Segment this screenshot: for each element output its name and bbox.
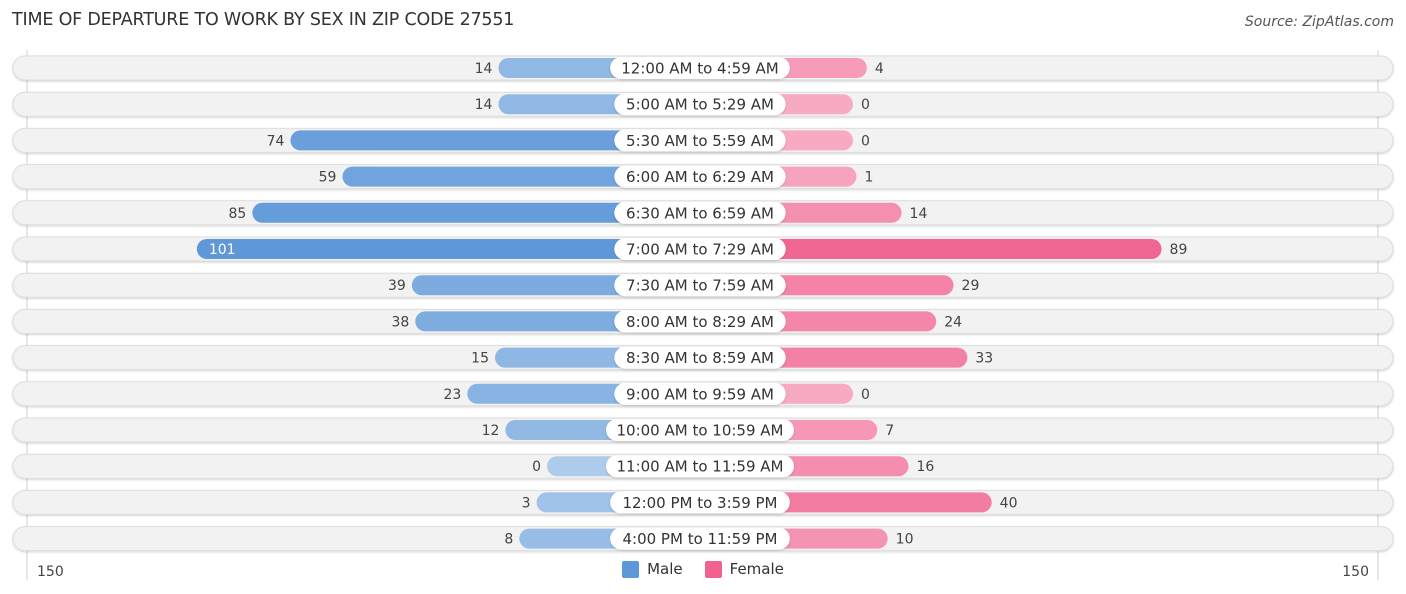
legend-item-female: Female <box>704 560 784 578</box>
value-label-female: 0 <box>861 387 870 403</box>
value-label-male: 8 <box>504 532 513 548</box>
value-label-female: 0 <box>861 133 870 149</box>
value-label-female: 0 <box>861 97 870 113</box>
category-label: 7:00 AM to 7:29 AM <box>626 241 774 259</box>
legend: Male Female <box>0 560 1406 578</box>
chart-row: 6:00 AM to 6:29 AM 59 1 <box>12 164 1394 190</box>
chart-row: 5:00 AM to 5:29 AM 14 0 <box>12 91 1394 117</box>
value-label-female: 29 <box>962 278 980 294</box>
chart-row: 9:00 AM to 9:59 AM 23 0 <box>12 381 1394 407</box>
chart-area: 12:00 AM to 4:59 AM 14 4 5:00 AM to 5:29 AM… <box>12 50 1394 580</box>
value-label-male: 14 <box>475 61 493 77</box>
value-label-female: 89 <box>1170 242 1188 258</box>
value-label-male: 59 <box>319 170 337 186</box>
category-label: 8:00 AM to 8:29 AM <box>626 313 774 331</box>
category-label: 12:00 AM to 4:59 AM <box>621 60 778 78</box>
legend-swatch-female <box>704 560 722 578</box>
value-label-male: 74 <box>267 133 285 149</box>
value-label-female: 16 <box>916 459 934 475</box>
legend-swatch-male <box>622 560 640 578</box>
value-label-male: 23 <box>443 387 461 403</box>
value-label-female: 10 <box>896 532 914 548</box>
value-label-female: 7 <box>885 423 894 439</box>
chart-row: 12:00 AM to 4:59 AM 14 4 <box>12 55 1394 81</box>
chart-row: 5:30 AM to 5:59 AM 74 0 <box>12 127 1394 153</box>
value-label-male: 12 <box>482 423 500 439</box>
legend-label-female: Female <box>729 560 784 578</box>
chart-row: 12:00 PM to 3:59 PM 3 40 <box>12 489 1394 515</box>
value-label-male: 85 <box>229 206 247 222</box>
chart-row: 7:30 AM to 7:59 AM 39 29 <box>12 272 1394 298</box>
value-label-female: 4 <box>875 61 884 77</box>
chart-row: 4:00 PM to 11:59 PM 8 10 <box>12 526 1394 552</box>
chart-row: 7:00 AM to 7:29 AM 101 89 <box>12 236 1394 262</box>
value-label-male: 101 <box>209 242 236 258</box>
value-label-male: 39 <box>388 278 406 294</box>
category-label: 10:00 AM to 10:59 AM <box>617 422 784 440</box>
value-label-male: 14 <box>475 97 493 113</box>
value-label-male: 0 <box>532 459 541 475</box>
category-label: 7:30 AM to 7:59 AM <box>626 277 774 295</box>
category-label: 5:30 AM to 5:59 AM <box>626 132 774 150</box>
category-label: 11:00 AM to 11:59 AM <box>617 458 784 476</box>
category-label: 6:00 AM to 6:29 AM <box>626 168 774 186</box>
value-label-female: 1 <box>864 170 873 186</box>
legend-item-male: Male <box>622 560 683 578</box>
value-label-female: 40 <box>1000 495 1018 511</box>
category-label: 5:00 AM to 5:29 AM <box>626 96 774 114</box>
chart-row: 10:00 AM to 10:59 AM 12 7 <box>12 417 1394 443</box>
chart-row: 8:30 AM to 8:59 AM 15 33 <box>12 345 1394 371</box>
value-label-male: 38 <box>391 314 409 330</box>
category-label: 6:30 AM to 6:59 AM <box>626 204 774 222</box>
value-label-male: 3 <box>522 495 531 511</box>
legend-label-male: Male <box>647 560 683 578</box>
chart-row: 6:30 AM to 6:59 AM 85 14 <box>12 200 1394 226</box>
chart-row: 11:00 AM to 11:59 AM 0 16 <box>12 453 1394 479</box>
value-label-female: 24 <box>944 314 962 330</box>
category-label: 4:00 PM to 11:59 PM <box>622 530 777 548</box>
category-label: 12:00 PM to 3:59 PM <box>622 494 777 512</box>
value-label-male: 15 <box>471 351 489 367</box>
value-label-female: 14 <box>910 206 928 222</box>
value-label-female: 33 <box>975 351 993 367</box>
chart-row: 8:00 AM to 8:29 AM 38 24 <box>12 308 1394 334</box>
category-label: 8:30 AM to 8:59 AM <box>626 349 774 367</box>
category-label: 9:00 AM to 9:59 AM <box>626 385 774 403</box>
